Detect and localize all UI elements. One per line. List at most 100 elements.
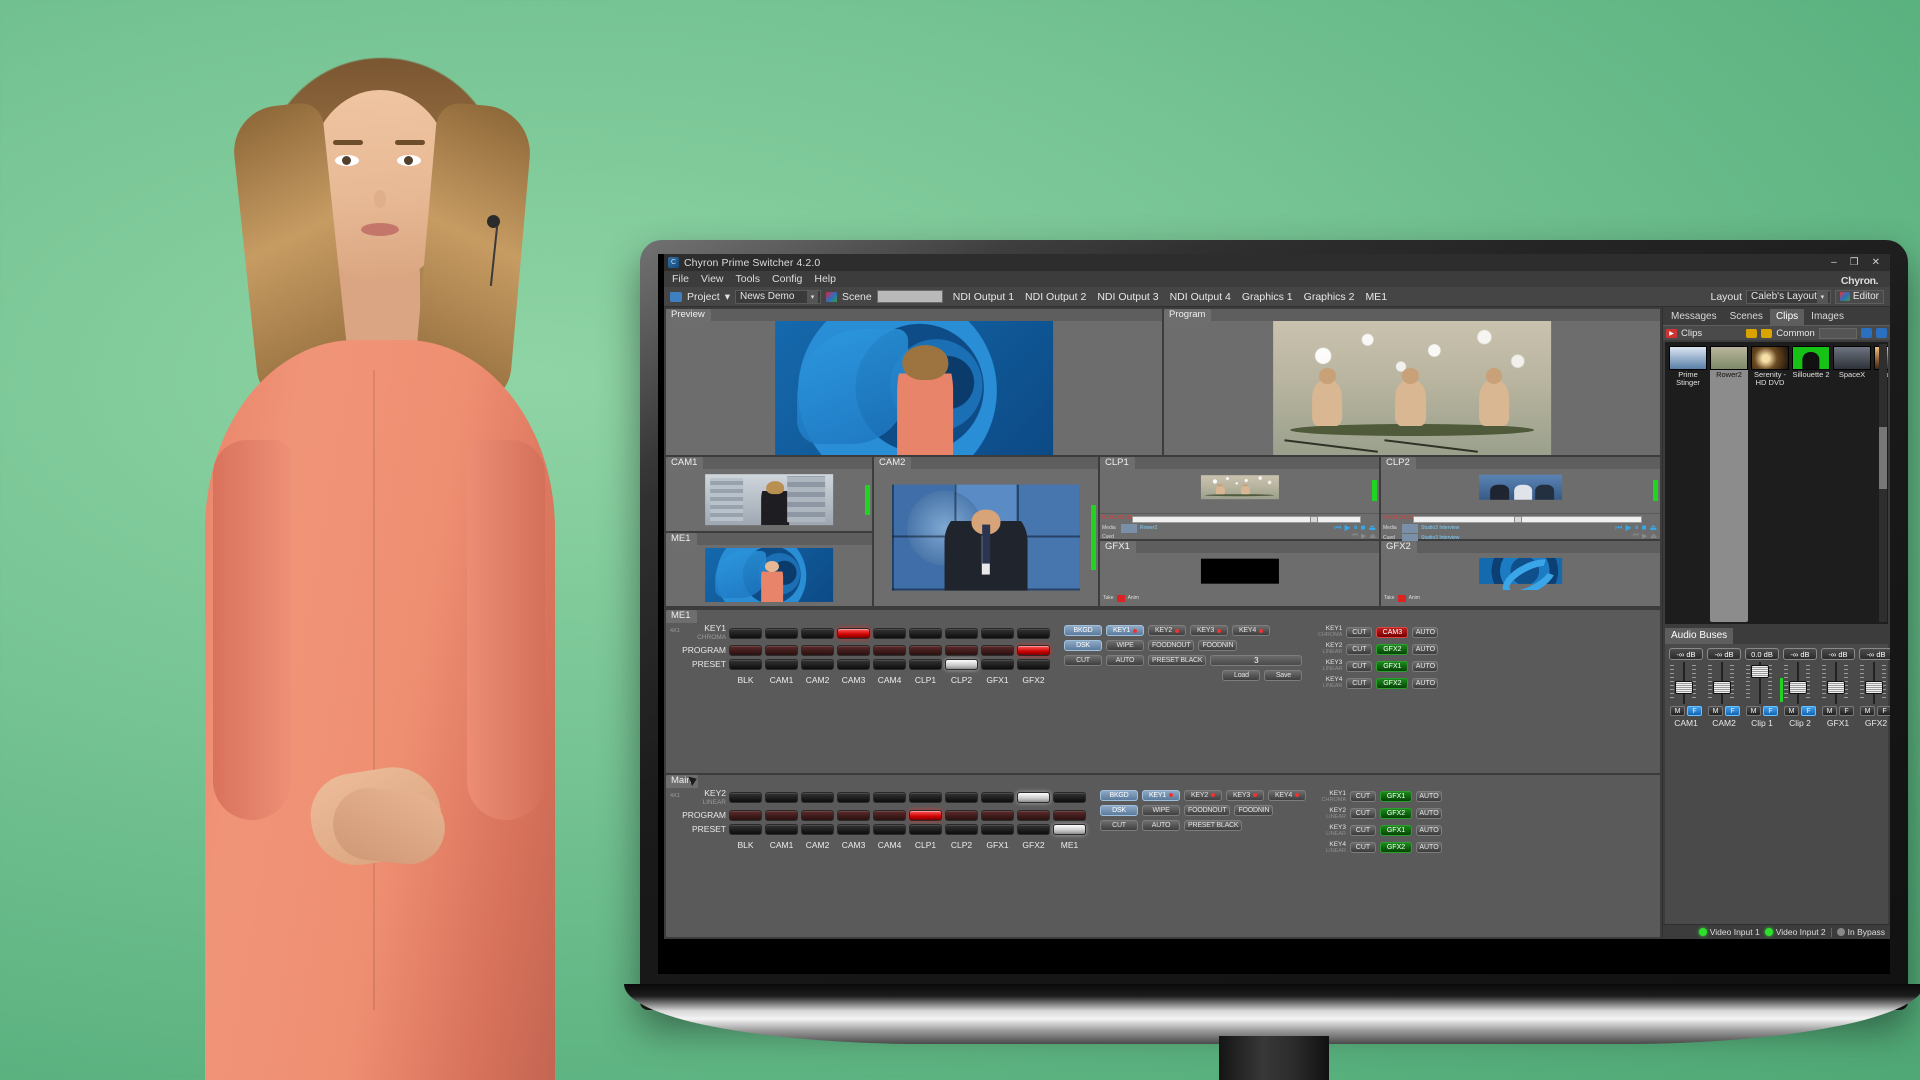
main-preset-blk[interactable] [729,823,762,835]
me1-preset-cam1[interactable] [765,659,798,670]
list-item[interactable]: Prime Stinger [1669,346,1707,622]
main-preset-gfx2[interactable] [1017,823,1050,835]
me1-key1-auto-button[interactable]: AUTO [1412,626,1439,638]
clp1-transport-buttons-secondary[interactable]: ⏮ ▶ ⏏ [1352,532,1376,540]
main-preset-cam1[interactable] [765,823,798,835]
me1-key1-clp1[interactable] [909,627,942,639]
me1-save-button[interactable]: Save [1264,670,1303,681]
me1-key3-cut-button[interactable]: CUT [1346,660,1373,672]
list-item[interactable]: Rower2 [1710,346,1748,622]
me1-fadeout-button[interactable]: FOODNOUT [1148,640,1195,651]
chevron-down-icon[interactable]: ▾ [725,291,730,303]
window-controls[interactable]: – ❐ ✕ [1831,257,1886,268]
mute-button[interactable]: M [1746,706,1761,716]
gfx2-take-indicator[interactable] [1397,594,1406,602]
project-select[interactable]: News Demo ▾ [734,289,821,304]
me1-cut-button[interactable]: CUT [1064,655,1102,666]
source-monitor-cam2[interactable]: CAM2 [874,457,1098,606]
prev-icon[interactable]: ⏮ [1615,523,1622,533]
main-preset-clp2[interactable] [945,823,978,835]
clips-scrollbar[interactable] [1879,344,1887,622]
prev-icon[interactable]: ⏮ [1334,523,1341,533]
main-key3-auto-button[interactable]: AUTO [1416,825,1442,836]
gain-value[interactable]: -∞ dB [1783,648,1817,660]
clp1-scrubber[interactable] [1132,515,1361,523]
fader[interactable] [1782,662,1818,704]
me1-key2-cut-button[interactable]: CUT [1346,643,1373,655]
minimize-button[interactable]: – [1831,257,1837,268]
scene-input[interactable] [876,290,943,303]
me1-key1-clp2[interactable] [945,627,978,639]
gain-value[interactable]: 0.0 dB [1745,648,1779,660]
me1-key3-button[interactable]: KEY3 [1190,625,1228,636]
mute-button[interactable]: M [1670,706,1685,716]
menu-item-config[interactable]: Config [772,273,802,285]
clp2-scrubber[interactable] [1413,515,1642,523]
me1-preset-black-button[interactable]: PRESET BLACK [1148,655,1207,666]
mute-button[interactable]: M [1860,706,1875,716]
main-key2-cam2[interactable] [801,792,834,803]
main-program-blk[interactable] [729,809,762,821]
me1-key4-source-button[interactable]: GFX2 [1376,677,1409,689]
main-key2-clp2[interactable] [945,792,978,803]
main-key2-blk[interactable] [729,792,762,803]
main-key2-gfx2[interactable] [1017,792,1050,803]
main-key2-clp1[interactable] [909,792,942,803]
menu-item-file[interactable]: File [672,273,689,285]
maximize-button[interactable]: ❐ [1850,257,1859,268]
me1-key1-source-button[interactable]: CAM3 [1376,626,1409,638]
main-key4-source-button[interactable]: GFX2 [1380,842,1412,853]
me1-key2-auto-button[interactable]: AUTO [1412,643,1439,655]
main-program-clp1[interactable] [909,809,942,821]
source-monitor-me1[interactable]: ME1 [666,532,872,606]
source-monitor-cam1[interactable]: CAM1 [666,457,872,531]
tab-ndi-output-2[interactable]: NDI Output 2 [1025,291,1086,303]
fader[interactable] [1706,662,1742,704]
gain-value[interactable]: -∞ dB [1821,648,1855,660]
main-preset-gfx1[interactable] [981,823,1014,835]
program-monitor[interactable]: Program [1164,309,1660,455]
gain-value[interactable]: -∞ dB [1707,648,1741,660]
mute-button[interactable]: M [1708,706,1723,716]
tab-ndi-output-1[interactable]: NDI Output 1 [953,291,1014,303]
main-key2-me1[interactable] [1053,792,1086,803]
me1-key4-auto-button[interactable]: AUTO [1412,677,1439,689]
source-monitor-clp2[interactable]: CLP2 Transition Stere [1381,457,1660,543]
chevron-down-icon[interactable]: ▾ [1816,290,1828,303]
main-key3-cut-button[interactable]: CUT [1350,825,1376,836]
me1-key1-cam3[interactable] [837,627,870,639]
me1-program-cam2[interactable] [801,645,834,656]
main-key1-auto-button[interactable]: AUTO [1416,791,1442,802]
main-key4-auto-button[interactable]: AUTO [1416,842,1442,853]
me1-key1-cut-button[interactable]: CUT [1346,626,1373,638]
tab-ndi-output-3[interactable]: NDI Output 3 [1097,291,1158,303]
main-key2-source-button[interactable]: GFX2 [1380,808,1412,819]
main-wipe-button[interactable]: WIPE [1142,804,1180,816]
folder-icon[interactable] [1746,328,1758,338]
prev-icon[interactable]: ⏮ [1633,532,1639,540]
main-key1-source-button[interactable]: GFX1 [1380,791,1412,802]
clips-search-input[interactable] [1818,327,1858,339]
main-program-clp2[interactable] [945,809,978,821]
main-key1-button[interactable]: KEY1 [1142,789,1180,801]
me1-program-cam1[interactable] [765,645,798,656]
me1-preset-clp2[interactable] [945,659,978,670]
close-button[interactable]: ✕ [1872,257,1880,268]
list-item[interactable]: Serenity - HD DVD [1751,346,1789,622]
main-key3-source-button[interactable]: GFX1 [1380,825,1412,836]
main-preset-cam4[interactable] [873,823,906,835]
me1-key1-cam2[interactable] [801,627,834,639]
main-preset-me1[interactable] [1053,823,1086,835]
main-preset-cam2[interactable] [801,823,834,835]
fader[interactable] [1820,662,1856,704]
main-auto-button[interactable]: AUTO [1142,819,1180,831]
main-key4-cut-button[interactable]: CUT [1350,842,1376,853]
me1-key1-gfx1[interactable] [981,627,1014,639]
menu-item-help[interactable]: Help [814,273,836,285]
main-fadein-button[interactable]: FOODNIN [1234,804,1274,816]
me1-dsk-button[interactable]: DSK [1064,640,1102,651]
me1-wipe-button[interactable]: WIPE [1106,640,1144,651]
main-dsk-button[interactable]: DSK [1100,804,1138,816]
me1-key1-blk[interactable] [729,627,762,639]
tab-clips[interactable]: Clips [1769,309,1805,325]
